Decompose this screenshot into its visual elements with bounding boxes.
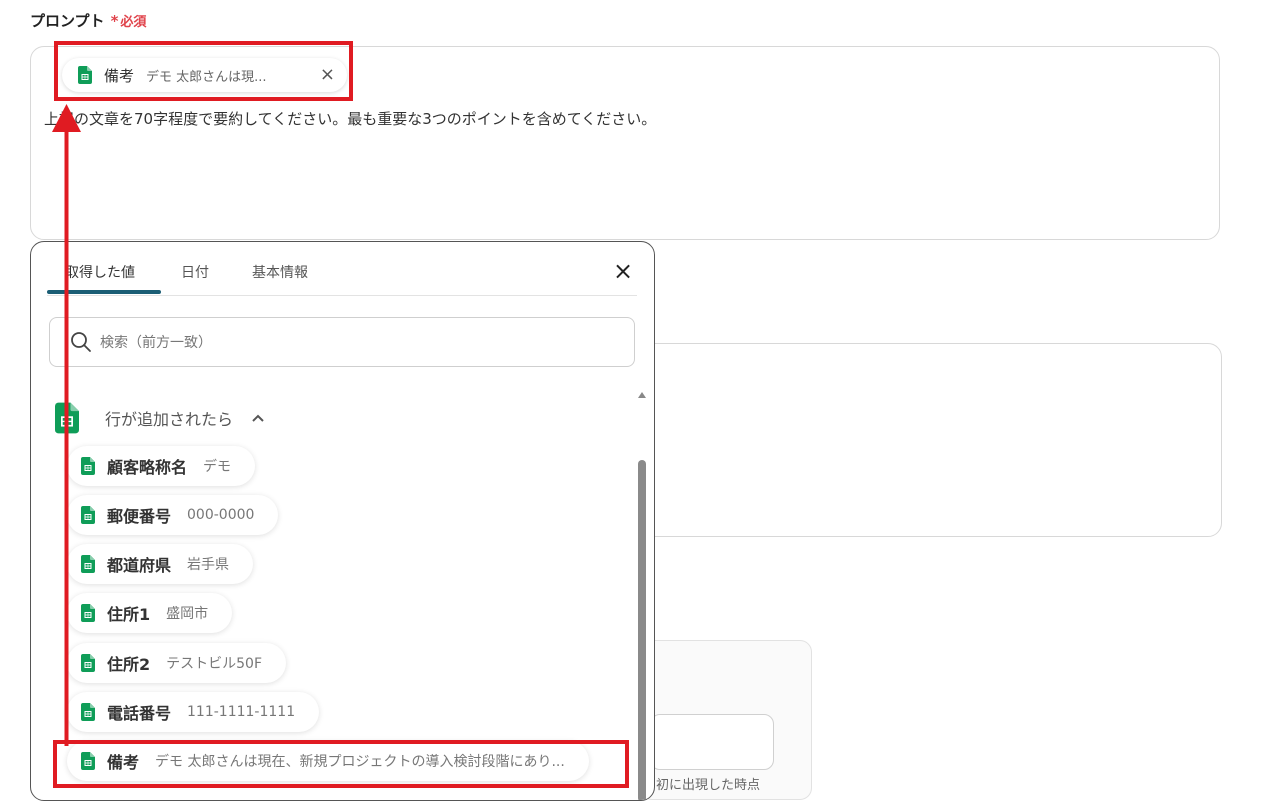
background-input[interactable] — [650, 714, 774, 770]
tab-basic-info[interactable]: 基本情報 — [252, 262, 308, 282]
annotation-arrow — [52, 104, 81, 746]
variable-item[interactable]: 郵便番号 000-0000 — [67, 495, 279, 535]
group-title: 行が追加されたら — [105, 410, 234, 429]
tab-divider — [47, 295, 637, 296]
tab-date[interactable]: 日付 — [181, 262, 209, 282]
variable-item[interactable]: 電話番号 111-1111-1111 — [67, 692, 320, 732]
variable-item-value: 111-1111-1111 — [187, 704, 296, 720]
search-input[interactable] — [98, 331, 602, 355]
prompt-text: 上記の文章を70字程度で要約してください。最も重要な3つのポイントを含めてくださ… — [44, 110, 657, 128]
close-icon[interactable]: × — [613, 257, 633, 285]
variable-item[interactable]: 都道府県 岩手県 — [67, 544, 254, 584]
search-field[interactable] — [49, 317, 635, 367]
variable-item-value: デモ — [203, 459, 232, 475]
field-label-text: プロンプト — [30, 12, 105, 30]
background-partial-text: 初に出現した時点 — [656, 778, 761, 793]
required-badge: 必須 — [120, 15, 147, 30]
variable-item[interactable]: 住所2 テストビル50F — [67, 643, 287, 683]
chevron-up-icon[interactable] — [251, 413, 265, 423]
group-header-row-added[interactable]: 行が追加されたら — [55, 402, 265, 434]
variable-item-name: 郵便番号 — [107, 507, 172, 526]
second-textarea[interactable] — [640, 343, 1222, 537]
variable-item-name: 電話番号 — [107, 704, 172, 723]
required-asterisk: * — [110, 12, 119, 30]
variable-item-value: 盛岡市 — [166, 606, 209, 622]
scrollbar-thumb[interactable] — [638, 460, 646, 800]
variable-item[interactable]: 住所1 盛岡市 — [67, 593, 233, 633]
annotation-highlight-chip — [54, 41, 353, 101]
variable-item-name: 住所2 — [107, 655, 151, 674]
variable-item-value: 岩手県 — [187, 557, 230, 573]
scroll-up-arrow-icon[interactable] — [637, 390, 647, 400]
variable-item-name: 都道府県 — [107, 556, 172, 575]
variable-picker-panel: 取得した値 日付 基本情報 × 行が追加されたら 顧客略称名デモ郵便番号000-… — [30, 241, 655, 801]
variable-item-name: 住所1 — [107, 605, 151, 624]
variable-item-name: 顧客略称名 — [107, 458, 188, 477]
variable-item-value: 000-0000 — [187, 507, 255, 523]
variable-item[interactable]: 顧客略称名 デモ — [67, 446, 256, 486]
annotation-highlight-item — [53, 740, 629, 788]
variable-item-value: テストビル50F — [166, 656, 263, 672]
field-label: プロンプト * 必須 — [30, 10, 146, 31]
